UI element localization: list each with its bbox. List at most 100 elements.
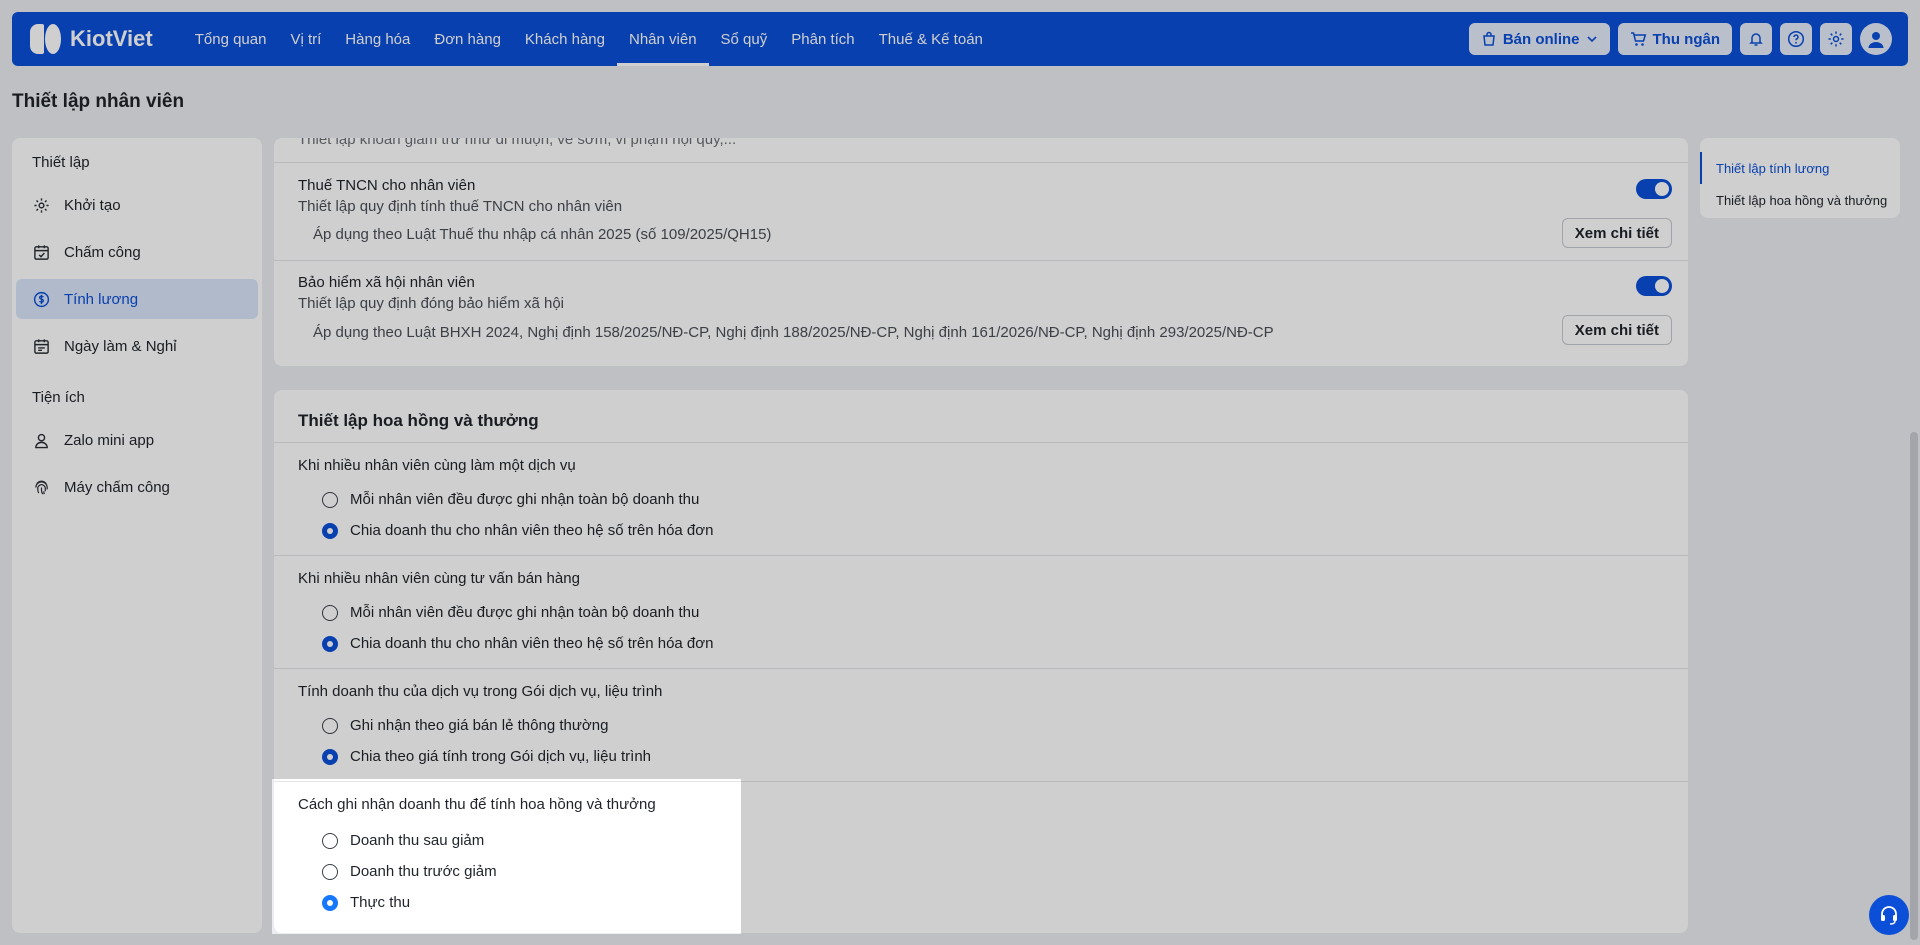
group-title: Khi nhiều nhân viên cùng tư vấn bán hàng [298, 570, 580, 587]
settings-sidebar: Thiết lập Khởi tạo Chấm công Tính lương … [12, 138, 262, 933]
pit-tax-row: Thuế TNCN cho nhân viên Thiết lập quy đị… [274, 163, 1688, 261]
commission-section-title: Thiết lập hoa hồng và thưởng [298, 411, 539, 430]
radio-label: Chia theo giá tính trong Gói dịch vụ, li… [350, 748, 652, 765]
radio-label: Mỗi nhân viên đều được ghi nhận toàn bộ … [350, 491, 700, 508]
account-button[interactable] [1860, 23, 1892, 55]
pit-tax-toggle[interactable] [1636, 179, 1672, 199]
anchor-commission-settings[interactable]: Thiết lập hoa hồng và thưởng [1700, 184, 1900, 216]
calendar-icon [32, 337, 50, 355]
nav-orders[interactable]: Đơn hàng [422, 12, 513, 66]
radio-label: Doanh thu trước giảm [350, 863, 497, 880]
gear-icon [32, 196, 50, 214]
calendar-check-icon [32, 243, 50, 261]
nav-location[interactable]: Vị trí [278, 12, 333, 66]
chevron-down-icon [1586, 36, 1597, 43]
group-package-revenue: Tính doanh thu của dịch vụ trong Gói dịc… [274, 668, 1688, 781]
brand-name: KiotViet [70, 26, 153, 51]
commission-settings-card: Thiết lập hoa hồng và thưởng Khi nhiều n… [274, 390, 1688, 933]
main-nav: Tổng quan Vị trí Hàng hóa Đơn hàng Khách… [183, 12, 995, 66]
notification-button[interactable] [1740, 23, 1772, 55]
page-scrollbar[interactable] [1910, 432, 1918, 940]
group-title: Tính doanh thu của dịch vụ trong Gói dịc… [298, 683, 663, 700]
radio-option[interactable]: Doanh thu trước giảm [322, 863, 497, 880]
kiotviet-logo-icon [28, 22, 62, 56]
anchor-salary-settings[interactable]: Thiết lập tính lương [1700, 152, 1900, 184]
nav-products[interactable]: Hàng hóa [333, 12, 422, 66]
sidebar-item-payroll[interactable]: Tính lương [16, 279, 258, 319]
social-insurance-detail-button[interactable]: Xem chi tiết [1561, 315, 1672, 345]
sidebar-item-label: Máy chấm công [64, 478, 170, 496]
radio-button[interactable] [322, 604, 338, 621]
sidebar-item-label: Khởi tạo [64, 196, 121, 214]
gear-icon [1828, 31, 1844, 47]
radio-label: Chia doanh thu cho nhân viên theo hệ số … [350, 635, 714, 652]
support-chat-button[interactable] [1869, 895, 1909, 935]
deduction-row: Thiết lập khoản giảm trừ như đi muộn, về… [274, 138, 1688, 163]
radio-option[interactable]: Chia theo giá tính trong Gói dịch vụ, li… [322, 748, 651, 765]
cashier-label: Thu ngân [1652, 30, 1721, 48]
radio-button[interactable] [322, 863, 338, 880]
nav-customers[interactable]: Khách hàng [513, 12, 617, 66]
radio-button-selected[interactable] [322, 894, 338, 911]
nav-employees[interactable]: Nhân viên [617, 12, 709, 66]
sidebar-item-init[interactable]: Khởi tạo [16, 185, 258, 225]
radio-button-selected[interactable] [322, 748, 338, 765]
social-insurance-subtitle: Thiết lập quy định đóng bảo hiểm xã hội [298, 295, 565, 312]
radio-button[interactable] [322, 491, 338, 508]
help-button[interactable] [1780, 23, 1812, 55]
nav-overview[interactable]: Tổng quan [183, 12, 279, 66]
sidebar-section-utilities: Tiện ích [32, 389, 85, 406]
radio-option[interactable]: Thực thu [322, 894, 410, 911]
sidebar-item-workdays[interactable]: Ngày làm & Nghỉ [16, 326, 258, 366]
radio-option[interactable]: Ghi nhận theo giá bán lẻ thông thường [322, 717, 608, 734]
social-insurance-law: Áp dụng theo Luật BHXH 2024, Nghị định 1… [313, 324, 1274, 341]
section-anchor-panel: Thiết lập tính lương Thiết lập hoa hồng … [1700, 138, 1900, 218]
sell-online-button[interactable]: Bán online [1468, 23, 1610, 55]
settings-button[interactable] [1820, 23, 1852, 55]
question-icon [1787, 30, 1805, 48]
sidebar-item-label: Zalo mini app [64, 431, 155, 449]
sidebar-item-time-clock[interactable]: Máy chấm công [16, 467, 258, 507]
nav-tax-accounting[interactable]: Thuế & Kế toán [867, 12, 995, 66]
radio-label: Mỗi nhân viên đều được ghi nhận toàn bộ … [350, 604, 700, 621]
tour-overlay-bottom [272, 934, 741, 945]
page-title: Thiết lập nhân viên [12, 91, 185, 112]
salary-settings-card: Thiết lập khoản giảm trừ như đi muộn, về… [274, 138, 1688, 366]
nav-analytics[interactable]: Phân tích [779, 12, 866, 66]
group-title: Khi nhiều nhân viên cùng làm một dịch vụ [298, 457, 576, 474]
sidebar-item-label: Tính lương [64, 290, 139, 308]
bag-icon [1482, 31, 1495, 46]
radio-button[interactable] [322, 832, 338, 849]
radio-option[interactable]: Chia doanh thu cho nhân viên theo hệ số … [322, 635, 713, 652]
sidebar-item-label: Ngày làm & Nghỉ [64, 337, 177, 355]
brand-logo[interactable]: KiotViet [28, 22, 153, 56]
sidebar-item-zalo-mini-app[interactable]: Zalo mini app [16, 420, 258, 460]
radio-button-selected[interactable] [322, 635, 338, 652]
group-shared-sales: Khi nhiều nhân viên cùng tư vấn bán hàng… [274, 555, 1688, 668]
cashier-button[interactable]: Thu ngân [1617, 23, 1732, 55]
dollar-circle-icon [32, 290, 50, 308]
radio-option[interactable]: Mỗi nhân viên đều được ghi nhận toàn bộ … [322, 604, 699, 621]
sidebar-section-setup: Thiết lập [32, 154, 90, 171]
group-revenue-method: Cách ghi nhận doanh thu để tính hoa hồng… [274, 781, 1688, 933]
radio-option[interactable]: Chia doanh thu cho nhân viên theo hệ số … [322, 522, 713, 539]
nav-cashbook[interactable]: Sổ quỹ [709, 12, 780, 66]
social-insurance-row: Bảo hiểm xã hội nhân viên Thiết lập quy … [274, 261, 1688, 366]
radio-button[interactable] [322, 717, 338, 734]
pit-tax-detail-button[interactable]: Xem chi tiết [1561, 218, 1672, 248]
radio-option[interactable]: Doanh thu sau giảm [322, 832, 484, 849]
pit-tax-title: Thuế TNCN cho nhân viên [298, 177, 476, 194]
user-avatar-icon [1868, 32, 1884, 48]
radio-button-selected[interactable] [322, 522, 338, 539]
pit-tax-law: Áp dụng theo Luật Thuế thu nhập cá nhân … [313, 226, 772, 243]
top-navbar: KiotViet Tổng quan Vị trí Hàng hóa Đơn h… [12, 12, 1908, 66]
radio-label: Ghi nhận theo giá bán lẻ thông thường [350, 717, 609, 734]
deduction-description: Thiết lập khoản giảm trừ như đi muộn, về… [298, 138, 737, 148]
sidebar-item-timekeeping[interactable]: Chấm công [16, 232, 258, 272]
sell-online-label: Bán online [1502, 30, 1580, 48]
headset-icon [1881, 906, 1897, 925]
radio-option[interactable]: Mỗi nhân viên đều được ghi nhận toàn bộ … [322, 491, 699, 508]
social-insurance-toggle[interactable] [1636, 276, 1672, 296]
bell-icon [1749, 33, 1763, 46]
person-icon [32, 431, 50, 449]
